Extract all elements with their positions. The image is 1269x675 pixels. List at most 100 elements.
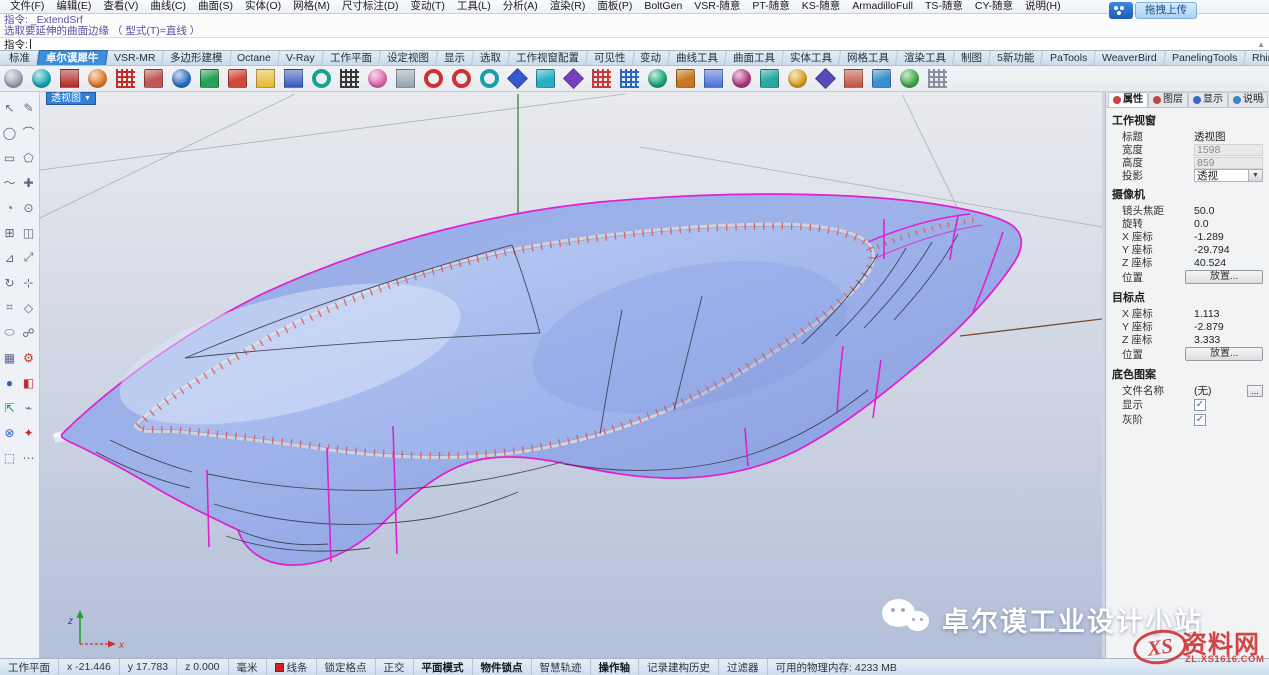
menu-item[interactable]: 变动(T) xyxy=(405,0,451,13)
property-value[interactable]: 透视图 xyxy=(1194,129,1263,144)
toolbar-icon[interactable] xyxy=(284,69,303,88)
toolbar-icon[interactable] xyxy=(928,69,947,88)
toolbar-icon[interactable] xyxy=(844,69,863,88)
status-cell[interactable]: 线条 xyxy=(267,659,317,675)
menu-item[interactable]: 曲线(C) xyxy=(144,0,192,13)
status-cell[interactable]: y 17.783 xyxy=(120,659,177,675)
menu-item[interactable]: ArmadilloFull xyxy=(846,0,919,13)
left-toolbar-icon[interactable]: ▦ xyxy=(0,345,19,370)
menu-item[interactable]: PT-随意 xyxy=(746,0,795,13)
toolbar-tab[interactable]: 标准 xyxy=(1,51,39,65)
toolbar-tab[interactable]: PanelingTools xyxy=(1164,51,1246,65)
menu-item[interactable]: 说明(H) xyxy=(1019,0,1067,13)
toolbar-tab[interactable]: V-Ray xyxy=(278,51,324,65)
left-toolbar-icon[interactable]: ⤢ xyxy=(19,245,38,270)
viewport-canvas[interactable]: z x xyxy=(40,92,1102,658)
browse-button[interactable]: ... xyxy=(1247,385,1263,397)
viewport-title[interactable]: 透视图 ▼ xyxy=(46,92,96,105)
projection-dropdown[interactable]: 透视 ▼ xyxy=(1194,169,1263,182)
menu-item[interactable]: 编辑(E) xyxy=(50,0,97,13)
status-cell[interactable]: 物件锁点 xyxy=(473,659,532,675)
toolbar-icon[interactable] xyxy=(144,69,163,88)
toolbar-tab[interactable]: 网格工具 xyxy=(839,51,898,65)
property-value[interactable]: 1598 xyxy=(1194,144,1263,156)
left-toolbar-icon[interactable]: ⊞ xyxy=(0,220,19,245)
status-cell[interactable]: 智慧轨迹 xyxy=(532,659,591,675)
camera-place-button[interactable]: 放置... xyxy=(1185,270,1263,284)
toolbar-icon[interactable] xyxy=(60,69,79,88)
left-toolbar-icon[interactable]: ⌗ xyxy=(0,295,19,320)
status-cell[interactable]: x -21.446 xyxy=(59,659,120,675)
toolbar-tab[interactable]: 显示 xyxy=(436,51,474,65)
left-toolbar-icon[interactable]: ▭ xyxy=(0,145,19,170)
left-toolbar-icon[interactable]: ◫ xyxy=(19,220,38,245)
left-toolbar-icon[interactable]: ⚙ xyxy=(19,345,38,370)
toolbar-icon[interactable] xyxy=(676,69,695,88)
toolbar-tab[interactable]: 多边形建模 xyxy=(162,51,231,65)
menu-item[interactable]: 尺寸标注(D) xyxy=(336,0,405,13)
collapse-arrow-icon[interactable]: ▲ xyxy=(1257,40,1265,49)
upload-button[interactable]: 拖拽上传 xyxy=(1109,2,1197,19)
toolbar-tab[interactable]: 曲线工具 xyxy=(668,51,727,65)
toolbar-tab[interactable]: 曲面工具 xyxy=(725,51,784,65)
toolbar-tab[interactable]: 工作视窗配置 xyxy=(508,51,588,65)
left-toolbar-icon[interactable]: ⬠ xyxy=(19,145,38,170)
left-toolbar-icon[interactable]: ⌁ xyxy=(19,395,38,420)
menu-item[interactable]: 实体(O) xyxy=(239,0,287,13)
left-toolbar-icon[interactable]: ⬚ xyxy=(0,445,19,470)
left-toolbar-icon[interactable]: ⇱ xyxy=(0,395,19,420)
toolbar-icon[interactable] xyxy=(480,69,499,88)
status-cell[interactable]: 正交 xyxy=(376,659,414,675)
property-value[interactable]: -29.794 xyxy=(1194,244,1263,256)
toolbar-icon[interactable] xyxy=(507,68,528,89)
toolbar-tab[interactable]: 卓尔谟犀牛 xyxy=(37,50,108,65)
toolbar-icon[interactable] xyxy=(312,69,331,88)
toolbar-icon[interactable] xyxy=(396,69,415,88)
left-toolbar-icon[interactable]: ⊙ xyxy=(19,195,38,220)
status-cell[interactable]: 平面模式 xyxy=(414,659,473,675)
status-cell[interactable]: 记录建构历史 xyxy=(639,659,719,675)
toolbar-icon[interactable] xyxy=(200,69,219,88)
toolbar-icon[interactable] xyxy=(900,69,919,88)
toolbar-icon[interactable] xyxy=(368,69,387,88)
menu-item[interactable]: 文件(F) xyxy=(4,0,50,13)
gray-checkbox[interactable]: ✓ xyxy=(1194,414,1206,426)
left-toolbar-icon[interactable]: ↻ xyxy=(0,270,19,295)
left-toolbar-icon[interactable]: ◧ xyxy=(19,370,38,395)
toolbar-tab[interactable]: RhinoGold xyxy=(1244,51,1269,65)
toolbar-icon[interactable] xyxy=(704,69,723,88)
toolbar-icon[interactable] xyxy=(620,69,639,88)
status-cell[interactable]: 工作平面 xyxy=(0,659,59,675)
toolbar-tab[interactable]: 可见性 xyxy=(586,51,634,65)
viewport-perspective[interactable]: 透视图 ▼ xyxy=(40,92,1102,658)
left-toolbar-icon[interactable]: 〜 xyxy=(0,170,19,195)
menu-item[interactable]: TS-随意 xyxy=(919,0,969,13)
toolbar-icon[interactable] xyxy=(815,68,836,89)
toolbar-tab[interactable]: PaTools xyxy=(1042,51,1096,65)
panel-tab[interactable]: 显示 xyxy=(1188,92,1228,107)
left-toolbar-icon[interactable]: ⊗ xyxy=(0,420,19,445)
left-toolbar-icon[interactable]: ⊿ xyxy=(0,245,19,270)
property-value[interactable]: 50.0 xyxy=(1194,205,1263,217)
property-value[interactable]: 0.0 xyxy=(1194,218,1263,230)
toolbar-icon[interactable] xyxy=(563,68,584,89)
toolbar-icon[interactable] xyxy=(648,69,667,88)
left-toolbar-icon[interactable]: ✚ xyxy=(19,170,38,195)
toolbar-icon[interactable] xyxy=(424,69,443,88)
toolbar-tab[interactable]: 变动 xyxy=(632,51,670,65)
left-toolbar-icon[interactable]: ✎ xyxy=(19,95,38,120)
menu-item[interactable]: CY-随意 xyxy=(969,0,1019,13)
toolbar-icon[interactable] xyxy=(452,69,471,88)
status-cell[interactable]: z 0.000 xyxy=(177,659,228,675)
menu-item[interactable]: 分析(A) xyxy=(497,0,544,13)
left-toolbar-icon[interactable]: ◔ xyxy=(0,195,19,220)
left-toolbar-icon[interactable]: ⊹ xyxy=(19,270,38,295)
menu-item[interactable]: KS-随意 xyxy=(796,0,847,13)
toolbar-icon[interactable] xyxy=(872,69,891,88)
status-cell[interactable]: 毫米 xyxy=(229,659,267,675)
target-place-button[interactable]: 放置... xyxy=(1185,347,1263,361)
property-value[interactable]: -1.289 xyxy=(1194,231,1263,243)
toolbar-tab[interactable]: VSR-MR xyxy=(106,51,164,65)
toolbar-icon[interactable] xyxy=(340,69,359,88)
menu-item[interactable]: 工具(L) xyxy=(451,0,497,13)
